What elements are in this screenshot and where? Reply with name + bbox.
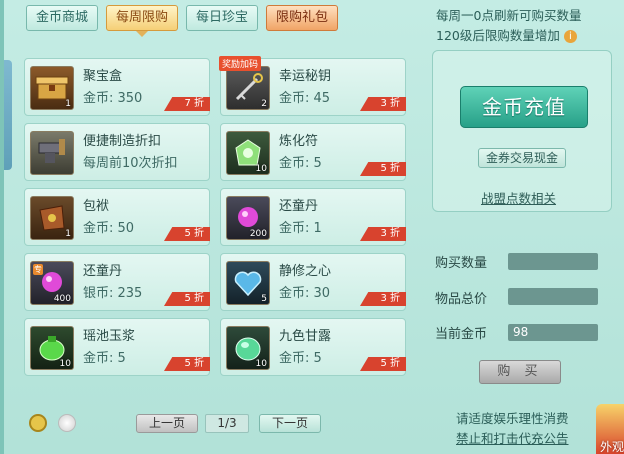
item-price: 金币: 1	[279, 221, 322, 236]
item-card[interactable]: 便捷制造折扣 每周前10次折扣	[24, 123, 210, 181]
consume-notice: 请适度娱乐理性消费	[456, 411, 569, 426]
discount-badge: 5 折	[164, 357, 210, 371]
item-qty: 1	[65, 229, 71, 239]
tab-daily-treasure[interactable]: 每日珍宝	[186, 5, 259, 31]
item-qty: 200	[249, 229, 267, 239]
refresh-info: 每周一0点刷新可购买数量 120级后限购数量增加 i	[436, 6, 581, 46]
discount-badge: 3 折	[360, 97, 406, 111]
gold-recharge-button[interactable]: 金币充值	[460, 86, 588, 128]
item-card[interactable]: 10 瑶池玉浆 金币: 5 5 折	[24, 318, 210, 376]
item-card[interactable]: 专 400 还童丹 银币: 235 5 折	[24, 253, 210, 311]
item-name: 聚宝盒	[83, 69, 123, 84]
pill-icon: 200	[226, 196, 270, 240]
prev-page-button[interactable]: 上一页	[136, 414, 198, 433]
item-card[interactable]: 5 静修之心 金币: 30 3 折	[220, 253, 406, 311]
item-card[interactable]: 200 还童丹 金币: 1 3 折	[220, 188, 406, 246]
item-qty: 10	[59, 359, 71, 369]
pill-icon: 专 400	[30, 261, 74, 305]
toggle-dot-icon[interactable]	[58, 414, 76, 432]
item-qty: 2	[261, 99, 267, 109]
refresh-info-line2: 120级后限购数量增加 i	[436, 26, 581, 46]
item-price: 每周前10次折扣	[83, 156, 178, 171]
item-price: 金币: 5	[83, 351, 126, 366]
item-price: 金币: 350	[83, 91, 143, 106]
page-indicator: 1/3	[205, 414, 249, 433]
item-qty: 10	[255, 359, 267, 369]
tab-gold-mall[interactable]: 金币商城	[26, 5, 99, 31]
item-price: 金币: 50	[83, 221, 135, 236]
discount-badge: 3 折	[360, 227, 406, 241]
currency-panel: 金币充值 金券交易现金 战盟点数相关	[432, 50, 612, 212]
item-name: 便捷制造折扣	[83, 134, 162, 149]
nectar-icon: 10	[226, 326, 270, 370]
item-price: 金币: 5	[279, 156, 322, 171]
total-price-label: 物品总价	[435, 292, 488, 307]
tab-weekly-limited[interactable]: 每周限购	[106, 5, 179, 31]
item-name: 包袱	[83, 199, 110, 214]
item-name: 还童丹	[279, 199, 319, 214]
qty-label: 购买数量	[435, 256, 488, 271]
side-decoration	[4, 60, 12, 170]
active-tab-pointer	[136, 31, 148, 37]
discount-badge: 5 折	[360, 162, 406, 176]
bag-icon: 1	[30, 196, 74, 240]
qty-field[interactable]	[508, 253, 598, 270]
item-price: 金币: 45	[279, 91, 331, 106]
tab-limited-gift[interactable]: 限购礼包	[266, 5, 339, 31]
item-name: 幸运秘钥	[279, 69, 332, 84]
item-qty: 5	[261, 294, 267, 304]
item-name: 瑶池玉浆	[83, 329, 136, 344]
tab-bar: 金币商城 每周限购 每日珍宝 限购礼包	[26, 5, 339, 31]
current-gold-label: 当前金币	[435, 327, 488, 342]
bonus-tag: 奖励加码	[219, 56, 262, 71]
exclusive-badge: 专	[33, 264, 43, 275]
buy-button[interactable]: 购 买	[479, 360, 561, 384]
jade-liquid-icon: 10	[30, 326, 74, 370]
recharge-ban-notice-link[interactable]: 禁止和打击代充公告	[456, 428, 569, 447]
heart-gem-icon: 5	[226, 261, 270, 305]
refresh-info-line1: 每周一0点刷新可购买数量	[436, 8, 582, 23]
talisman-icon: 10	[226, 131, 270, 175]
item-name: 九色甘露	[279, 329, 332, 344]
alliance-points-link[interactable]: 战盟点数相关	[481, 188, 556, 207]
item-price: 金币: 5	[279, 351, 322, 366]
item-qty: 1	[65, 99, 71, 109]
appearance-label[interactable]: 外观	[600, 438, 624, 454]
key-icon: 2	[226, 66, 270, 110]
shop-window: 金币商城 每周限购 每日珍宝 限购礼包 每周一0点刷新可购买数量 120级后限购…	[0, 0, 624, 454]
item-price: 银币: 235	[83, 286, 143, 301]
current-gold-field: 98	[508, 324, 598, 341]
item-card[interactable]: 2 奖励加码 幸运秘钥 金币: 45 3 折	[219, 56, 406, 116]
item-name: 炼化符	[279, 134, 319, 149]
item-qty: 10	[255, 164, 267, 174]
total-price-field	[508, 288, 598, 305]
anvil-icon	[30, 131, 74, 175]
discount-badge: 5 折	[164, 227, 210, 241]
discount-badge: 5 折	[164, 292, 210, 306]
item-card[interactable]: 10 炼化符 金币: 5 5 折	[220, 123, 406, 181]
next-page-button[interactable]: 下一页	[259, 414, 321, 433]
voucher-exchange-button[interactable]: 金券交易现金	[478, 148, 566, 168]
discount-badge: 3 折	[360, 292, 406, 306]
item-card[interactable]: 1 包袱 金币: 50 5 折	[24, 188, 210, 246]
zoom-icon[interactable]	[29, 414, 47, 432]
item-name: 静修之心	[279, 264, 332, 279]
item-card[interactable]: 10 九色甘露 金币: 5 5 折	[220, 318, 406, 376]
info-icon[interactable]: i	[563, 30, 577, 43]
item-price: 金币: 30	[279, 286, 331, 301]
refresh-info-line2-text: 120级后限购数量增加	[436, 28, 560, 43]
item-qty: 400	[53, 294, 71, 304]
item-card[interactable]: 1 聚宝盒 金币: 350 7 折	[24, 58, 210, 116]
discount-badge: 5 折	[360, 357, 406, 371]
treasure-box-icon: 1	[30, 66, 74, 110]
discount-badge: 7 折	[164, 97, 210, 111]
item-name: 还童丹	[83, 264, 123, 279]
